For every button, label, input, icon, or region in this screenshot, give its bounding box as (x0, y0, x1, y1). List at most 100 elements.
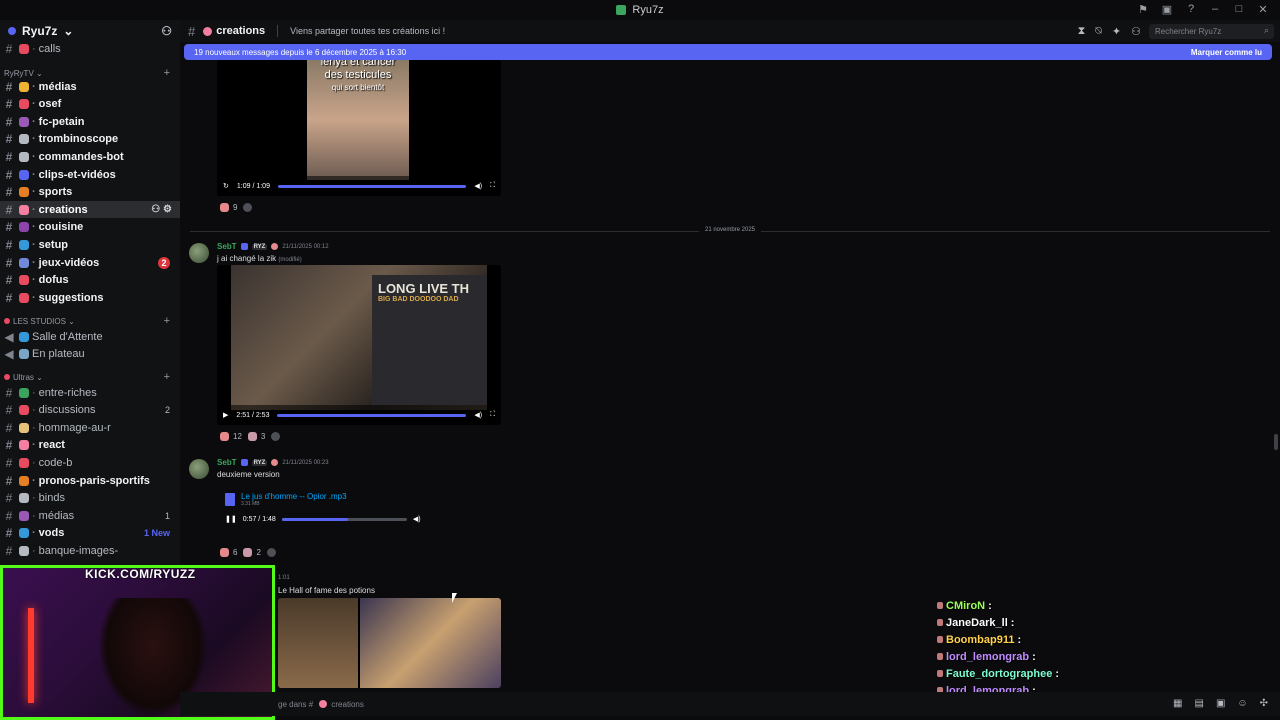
channel-item[interactable]: # · dofus (0, 272, 180, 289)
close-button[interactable]: ✕ (1256, 3, 1270, 16)
avatar[interactable] (189, 243, 209, 263)
video-seek-bar[interactable] (277, 184, 467, 188)
channel-item[interactable]: # · vods 1 New (0, 525, 180, 542)
video-caption-line2: des testicules (324, 69, 392, 81)
play-icon[interactable]: ▶ (223, 411, 228, 419)
channel-item[interactable]: # · médias 1 (0, 507, 180, 524)
video-time: 1:09 / 1:09 (236, 182, 270, 190)
channel-item[interactable]: # · clips-et-vidéos (0, 166, 180, 183)
channel-settings-icon[interactable]: ⚇ ⚙ (151, 204, 172, 215)
channel-label: clips-et-vidéos (38, 168, 116, 181)
add-reaction-icon[interactable] (243, 203, 253, 212)
mark-as-read-button[interactable]: Marquer comme lu (1191, 48, 1262, 57)
add-member-icon[interactable]: ⚇ (161, 24, 172, 38)
channel-label: code-b (38, 456, 73, 469)
channel-item[interactable]: # · setup (0, 236, 180, 253)
add-channel-icon[interactable]: + (164, 371, 170, 383)
audio-seek-bar[interactable] (281, 517, 407, 521)
channel-item[interactable]: # · trombinoscope (0, 131, 180, 148)
channel-item[interactable]: # · suggestions (0, 289, 180, 306)
minimize-button[interactable]: – (1208, 3, 1222, 16)
category-ultras[interactable]: Ultras ⌄ + (0, 370, 180, 384)
category-les-studios[interactable]: LES STUDIOS ⌄ + (0, 314, 180, 328)
search-input[interactable]: Rechercher Ryu7z ⌕ (1149, 23, 1274, 39)
scrollbar[interactable] (1274, 434, 1278, 450)
hash-icon: # (5, 491, 13, 506)
channel-item[interactable]: # · binds (0, 490, 180, 507)
channel-item[interactable]: # · osef (0, 96, 180, 113)
channel-item[interactable]: # · couisine (0, 219, 180, 236)
add-reaction-icon[interactable] (266, 548, 276, 557)
volume-icon[interactable]: ◀) (413, 515, 421, 523)
screen-icon[interactable]: ▣ (1160, 3, 1174, 16)
add-reaction-icon[interactable] (271, 432, 281, 441)
author-name[interactable]: SebT (217, 458, 237, 467)
threads-icon[interactable]: ⧗ (1078, 25, 1086, 38)
reaction-pill[interactable]: 9 (220, 203, 237, 212)
channel-label: setup (38, 238, 69, 251)
server-header[interactable]: Ryu7z ⌄ ⚇ (0, 20, 180, 42)
video-seek-bar[interactable] (277, 413, 467, 417)
gif-icon[interactable]: ▤ (1194, 698, 1203, 709)
chevron-down-icon: ⌄ (63, 24, 74, 38)
channel-item[interactable]: # · banque-images- (0, 542, 180, 559)
channel-item[interactable]: # · react (0, 437, 180, 454)
fullscreen-icon[interactable]: ⛶ (490, 182, 495, 190)
mute-bell-icon[interactable]: ⍉ (1095, 25, 1102, 38)
channel-item[interactable]: # · entre-riches (0, 384, 180, 401)
volume-icon[interactable]: ◀) (474, 411, 482, 419)
input-channel: creations (331, 699, 364, 709)
maximize-button[interactable]: □ (1232, 3, 1246, 16)
sticker-icon[interactable]: ▣ (1216, 698, 1225, 709)
channel-label: creations (38, 203, 88, 216)
video-embed[interactable]: lenya et cancer des testicules qui sort … (217, 60, 501, 196)
reaction-pill[interactable]: 12 (220, 432, 242, 441)
channel-item[interactable]: # · pronos-paris-sportifs (0, 472, 180, 489)
reaction-pill[interactable]: 6 (220, 548, 237, 557)
pause-icon[interactable]: ❚❚ (225, 515, 237, 523)
new-messages-bar[interactable]: 19 nouveaux messages depuis le 6 décembr… (184, 44, 1272, 60)
hash-icon: # (5, 202, 13, 217)
channel-item[interactable]: # · creations ⚇ ⚙ (0, 201, 180, 219)
channel-label: discussions (38, 404, 96, 417)
channel-item[interactable]: # · sports (0, 184, 180, 201)
channel-item[interactable]: # · fc-petain (0, 113, 180, 130)
volume-icon[interactable]: ◀) (474, 182, 482, 190)
channel-item[interactable]: # · commandes-bot (0, 148, 180, 165)
replay-icon[interactable]: ↻ (223, 182, 229, 190)
avatar[interactable] (189, 459, 209, 479)
chat-message: lord_lemongrab: (937, 648, 1137, 665)
help-icon[interactable]: ? (1184, 3, 1198, 16)
reaction-pill[interactable]: 2 (243, 548, 261, 557)
pin-icon[interactable]: ✦ (1112, 25, 1121, 38)
channel-item[interactable]: # · code-b (0, 454, 180, 471)
channel-emoji-icon (19, 440, 29, 451)
channel-label: sports (38, 186, 73, 199)
channel-label: couisine (38, 221, 84, 234)
voice-channel-en-plateau[interactable]: ◀ En plateau (0, 345, 180, 362)
author-name[interactable]: SebT (217, 242, 237, 251)
image-embed[interactable] (278, 598, 501, 688)
apps-icon[interactable]: ✣ (1260, 698, 1268, 709)
channel-item[interactable]: # · discussions 2 (0, 402, 180, 419)
emoji-icon[interactable]: ☺ (1237, 698, 1247, 709)
kick-url-label: KICK.COM/RYUZZ (85, 567, 196, 581)
channel-calls[interactable]: # · calls (0, 40, 180, 57)
channel-item[interactable]: # · hommage-au-r (0, 419, 180, 436)
voice-channel-salle-attente[interactable]: ◀ Salle d'Attente (0, 328, 180, 345)
hash-icon: # (5, 473, 13, 488)
add-channel-icon[interactable]: + (164, 315, 170, 327)
image-right (360, 598, 501, 688)
members-icon[interactable]: ⚇ (1131, 25, 1141, 38)
inbox-icon[interactable]: ⚑ (1136, 3, 1150, 16)
gift-icon[interactable]: ▦ (1173, 698, 1182, 709)
chat-username: CMiroN (946, 599, 986, 612)
channel-label: pronos-paris-sportifs (38, 474, 150, 487)
reaction-pill[interactable]: 3 (247, 432, 265, 441)
channel-item[interactable]: # · médias (0, 78, 180, 95)
message-input[interactable]: ge dans # creations ▦ ▤ ▣ ☺ ✣ (180, 692, 1280, 716)
file-name-link[interactable]: Le jus d'homme -- Opior .mp3 (241, 492, 347, 501)
video-embed[interactable]: LONG LIVE TH BIG BAD DOODOO DAD ▶ 2:51 /… (217, 265, 501, 425)
fullscreen-icon[interactable]: ⛶ (490, 411, 495, 419)
channel-item[interactable]: # · jeux-vidéos 2 (0, 254, 180, 271)
